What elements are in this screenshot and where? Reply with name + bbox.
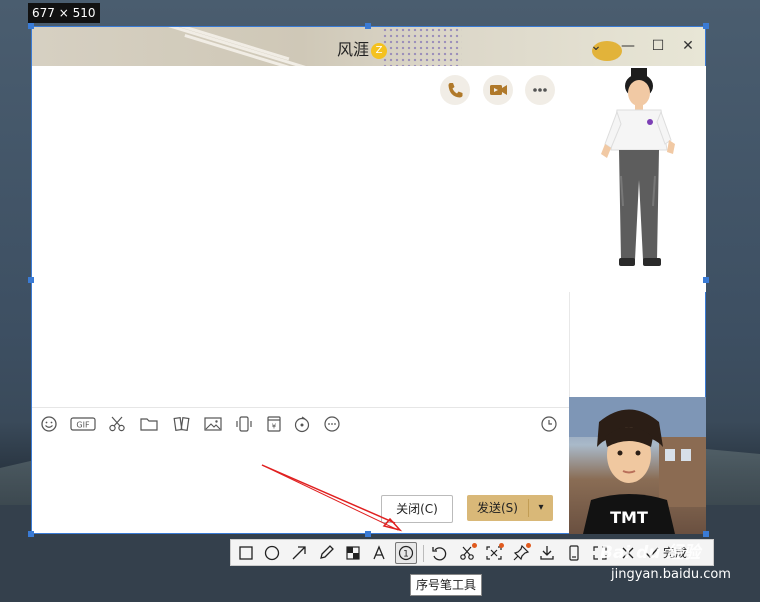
new-feature-dot — [526, 543, 531, 548]
pen-icon[interactable] — [315, 542, 337, 564]
undo-icon[interactable] — [428, 542, 450, 564]
annotation-arrow — [261, 464, 403, 532]
svg-text:1: 1 — [403, 550, 409, 560]
new-feature-dot — [499, 543, 504, 548]
ocr-icon[interactable] — [483, 542, 505, 564]
watermark-url: jingyan.baidu.com — [611, 567, 731, 582]
tool-tooltip: 序号笔工具 — [410, 574, 483, 596]
rectangle-icon[interactable] — [235, 542, 257, 564]
text-icon[interactable] — [368, 542, 390, 564]
pin-icon[interactable] — [510, 542, 532, 564]
mosaic-icon[interactable] — [342, 542, 364, 564]
crop-icon[interactable] — [456, 542, 478, 564]
toolbar-separator — [423, 545, 424, 562]
watermark-brand: Bai du 经验 — [600, 543, 701, 563]
sequence-number-icon[interactable]: 1 — [395, 542, 417, 564]
download-icon[interactable] — [536, 542, 558, 564]
ellipse-icon[interactable] — [261, 542, 283, 564]
new-feature-dot — [472, 543, 477, 548]
arrow-icon[interactable] — [288, 542, 310, 564]
phone-icon[interactable] — [563, 542, 585, 564]
